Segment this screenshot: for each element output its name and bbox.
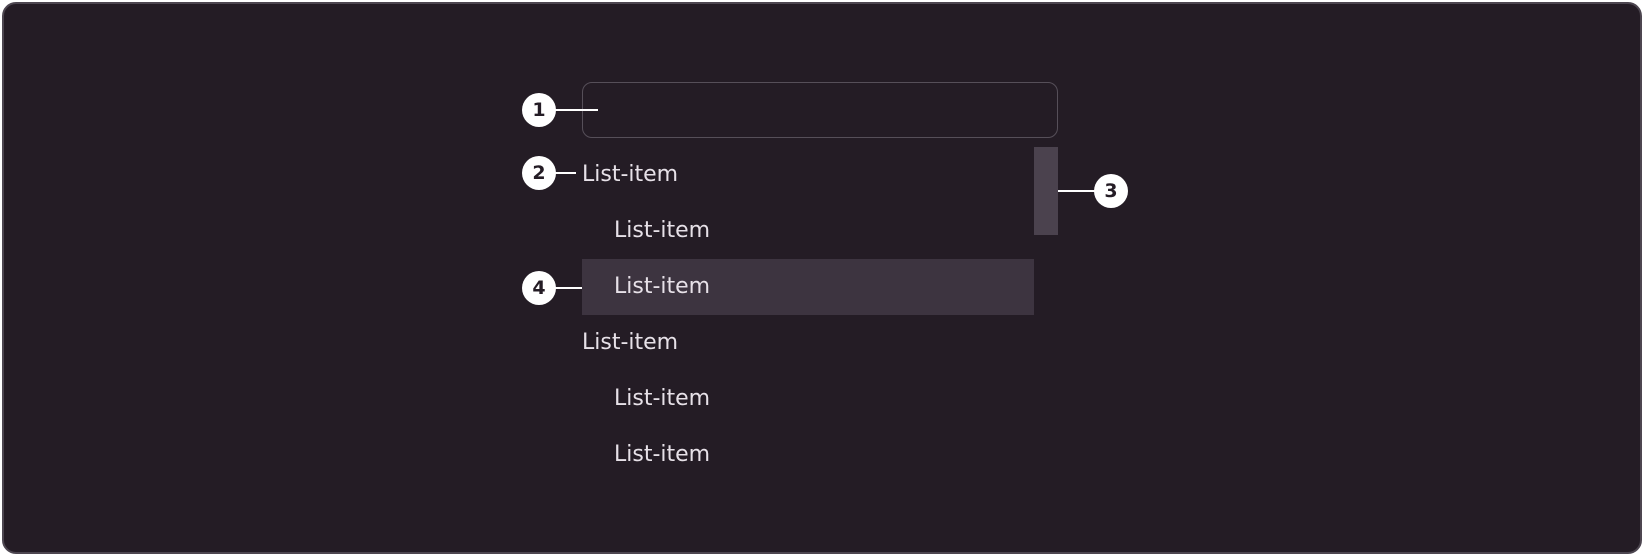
scrollbar-thumb[interactable] — [1034, 147, 1058, 235]
list-item[interactable]: List-item — [582, 427, 1034, 483]
callout-badge-1: 1 — [522, 93, 556, 127]
callout-line — [552, 287, 582, 289]
component-panel: List-item List-item List-item List-item … — [2, 2, 1642, 554]
callout-badge-2: 2 — [522, 156, 556, 190]
callout-badge-4: 4 — [522, 271, 556, 305]
tree-list: List-item List-item List-item List-item … — [582, 147, 1034, 483]
list-item[interactable]: List-item — [582, 203, 1034, 259]
callout-badge-3: 3 — [1094, 174, 1128, 208]
list-item-selected[interactable]: List-item — [582, 259, 1034, 315]
scrollbar[interactable] — [1034, 147, 1058, 483]
list-item[interactable]: List-item — [582, 147, 1034, 203]
list-item[interactable]: List-item — [582, 315, 1034, 371]
list-item[interactable]: List-item — [582, 371, 1034, 427]
search-input[interactable] — [582, 82, 1058, 138]
callout-line — [552, 109, 598, 111]
callout-line — [1058, 190, 1098, 192]
